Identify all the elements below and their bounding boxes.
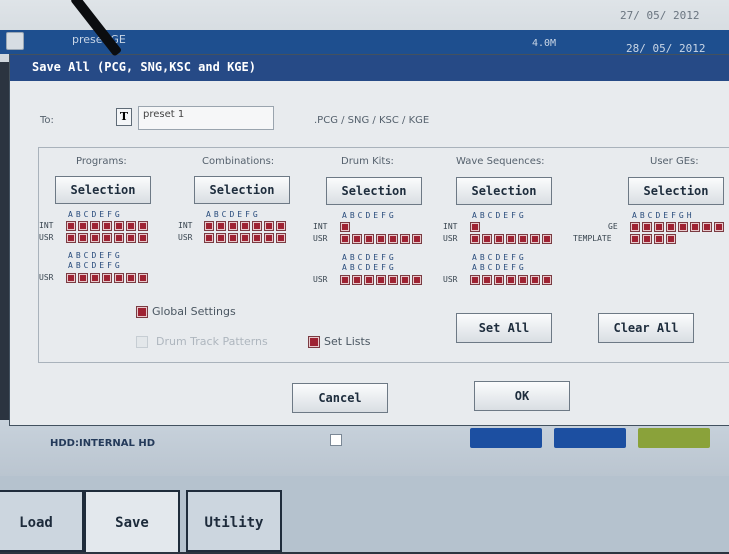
user-ges-ge-banks[interactable] — [630, 222, 724, 232]
wave-sequences-int-label: INT — [443, 222, 458, 231]
file-size: 4.0M — [532, 38, 557, 49]
programs-usr-label: USR — [39, 233, 54, 242]
drum-kits-usr-label: USR — [313, 234, 328, 243]
combinations-selection-button[interactable]: Selection — [194, 176, 290, 204]
programs-selection-button[interactable]: Selection — [55, 176, 151, 204]
dialog-title-bar: Save All (PCG, SNG,KSC and KGE) — [10, 55, 729, 81]
dialog-title: Save All (PCG, SNG,KSC and KGE) — [32, 60, 256, 74]
extension-label: .PCG / SNG / KSC / KGE — [314, 115, 430, 126]
ok-button[interactable]: OK — [474, 381, 570, 411]
programs-bank-letters: ABCDEFG — [68, 210, 123, 219]
set-lists-checkbox[interactable] — [308, 336, 320, 348]
file-date: 28/ 05/ 2012 — [626, 42, 706, 55]
combinations-int-banks[interactable] — [204, 221, 286, 231]
programs-usr-ex-letters-1: ABCDEFG — [68, 251, 123, 260]
programs-usr-banks[interactable] — [66, 233, 148, 243]
wave-sequences-usr-ex-letters-1: ABCDEFG — [472, 253, 527, 262]
combinations-bank-letters: ABCDEFG — [206, 210, 261, 219]
tab-utility[interactable]: Utility — [186, 490, 282, 552]
wave-sequences-usr-ex-letters-2: ABCDEFG — [472, 263, 527, 272]
save-all-dialog: Save All (PCG, SNG,KSC and KGE) To: T pr… — [10, 55, 729, 425]
set-all-button[interactable]: Set All — [456, 313, 552, 343]
combinations-label: Combinations: — [202, 156, 275, 167]
drum-track-patterns-checkbox[interactable] — [136, 336, 148, 348]
drum-kits-usr-ex-letters-2: ABCDEFG — [342, 263, 397, 272]
up-button[interactable] — [554, 428, 626, 448]
to-label: To: — [40, 115, 54, 126]
drum-kits-usr-ex-label: USR — [313, 275, 328, 284]
wave-sequences-usr-ex-label: USR — [443, 275, 458, 284]
wave-sequences-bank-letters: ABCDEFG — [472, 211, 527, 220]
programs-int-banks[interactable] — [66, 221, 148, 231]
drum-kits-label: Drum Kits: — [341, 156, 394, 167]
drum-kits-usr-ex-banks[interactable] — [340, 275, 422, 285]
programs-label: Programs: — [76, 156, 127, 167]
combinations-usr-banks[interactable] — [204, 233, 286, 243]
drum-kits-int-label: INT — [313, 222, 328, 231]
user-ges-template-banks[interactable] — [630, 234, 676, 244]
multiple-select-checkbox[interactable] — [330, 434, 342, 446]
programs-usr-ex-banks[interactable] — [66, 273, 148, 283]
programs-usr-ex-label: USR — [39, 273, 54, 282]
global-settings-label: Global Settings — [152, 305, 236, 318]
wave-sequences-selection-button[interactable]: Selection — [456, 177, 552, 205]
drum-kits-usr-ex-letters-1: ABCDEFG — [342, 253, 397, 262]
combinations-usr-label: USR — [178, 233, 193, 242]
wave-sequences-usr-ex-banks[interactable] — [470, 275, 552, 285]
file-icon — [6, 32, 24, 50]
user-ges-selection-button[interactable]: Selection — [628, 177, 724, 205]
wave-sequences-int-banks[interactable] — [470, 222, 480, 232]
user-ges-bank-letters: ABCDEFGH — [632, 211, 695, 220]
filename-input[interactable]: preset 1 — [138, 106, 274, 130]
drum-kits-selection-button[interactable]: Selection — [326, 177, 422, 205]
user-ges-label: User GEs: — [650, 156, 699, 167]
drum-kits-usr-banks[interactable] — [340, 234, 422, 244]
drum-track-patterns-label: Drum Track Patterns — [156, 335, 268, 348]
drum-kits-int-banks[interactable] — [340, 222, 350, 232]
wave-sequences-label: Wave Sequences: — [456, 156, 545, 167]
wave-sequences-usr-banks[interactable] — [470, 234, 552, 244]
drum-kits-bank-letters: ABCDEFG — [342, 211, 397, 220]
open-button[interactable] — [470, 428, 542, 448]
user-ges-ge-label: GE — [608, 222, 618, 231]
set-lists-label: Set Lists — [324, 335, 371, 348]
programs-usr-ex-letters-2: ABCDEFG — [68, 261, 123, 270]
cancel-button[interactable]: Cancel — [292, 383, 388, 413]
background-date: 27/ 05/ 2012 — [620, 9, 700, 22]
load-button[interactable] — [638, 428, 710, 448]
tab-load[interactable]: Load — [0, 490, 84, 552]
drive-label: HDD:INTERNAL HD — [50, 438, 156, 449]
tab-save[interactable]: Save — [84, 490, 180, 552]
user-ges-template-label: TEMPLATE — [573, 234, 612, 243]
text-edit-icon[interactable]: T — [116, 108, 132, 126]
combinations-int-label: INT — [178, 221, 193, 230]
programs-int-label: INT — [39, 221, 54, 230]
global-settings-checkbox[interactable] — [136, 306, 148, 318]
clear-all-button[interactable]: Clear All — [598, 313, 694, 343]
wave-sequences-usr-label: USR — [443, 234, 458, 243]
